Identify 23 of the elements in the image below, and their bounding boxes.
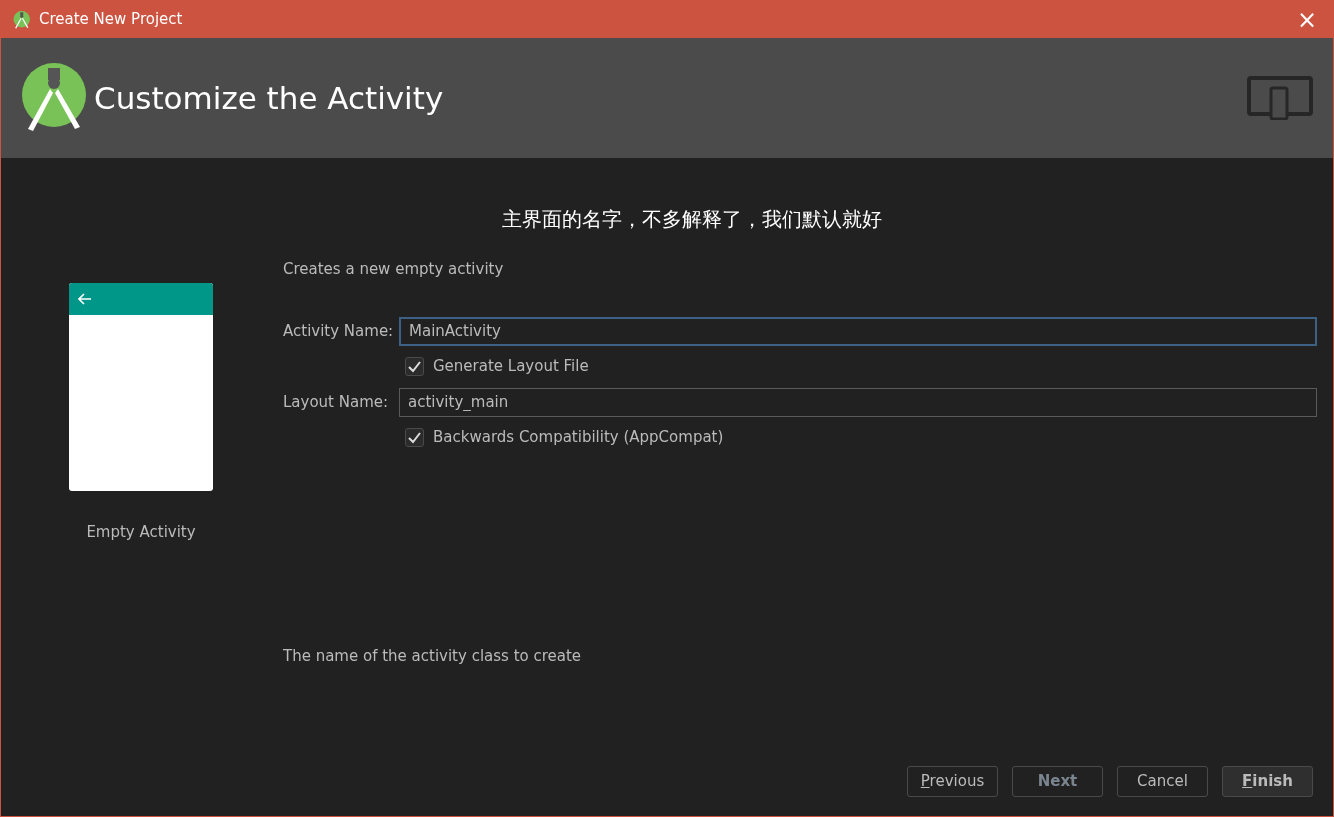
header-title: Customize the Activity <box>94 78 444 118</box>
dialog-button[interactable]: Finish <box>1222 766 1313 797</box>
text-field[interactable]: MainActivity <box>399 316 1317 346</box>
field-label: Layout Name: <box>283 391 390 413</box>
checkbox-label: Generate Layout File <box>433 356 589 378</box>
android-studio-logo-icon <box>13 10 31 29</box>
dialog-button[interactable]: Previous <box>907 766 998 797</box>
template-label: Empty Activity <box>86 522 196 543</box>
field-label: Activity Name: <box>283 320 395 342</box>
annotation-text: 主界面的名字，不多解释了，我们默认就好 <box>502 206 882 233</box>
close-button[interactable]: × <box>1292 7 1321 32</box>
devices-icon <box>1247 76 1313 120</box>
window-title: Create New Project <box>39 9 183 31</box>
checkmark-icon <box>408 360 421 373</box>
description-text: Creates a new empty activity <box>283 259 505 280</box>
checkbox[interactable] <box>405 428 424 447</box>
dialog-button[interactable]: Cancel <box>1117 766 1208 797</box>
checkbox-label: Backwards Compatibility (AppCompat) <box>433 427 724 449</box>
text-field[interactable]: activity_main <box>399 387 1317 417</box>
checkbox[interactable] <box>405 357 424 376</box>
checkmark-icon <box>408 431 421 444</box>
back-arrow-icon <box>78 293 92 305</box>
hint-text: The name of the activity class to create <box>283 645 583 667</box>
